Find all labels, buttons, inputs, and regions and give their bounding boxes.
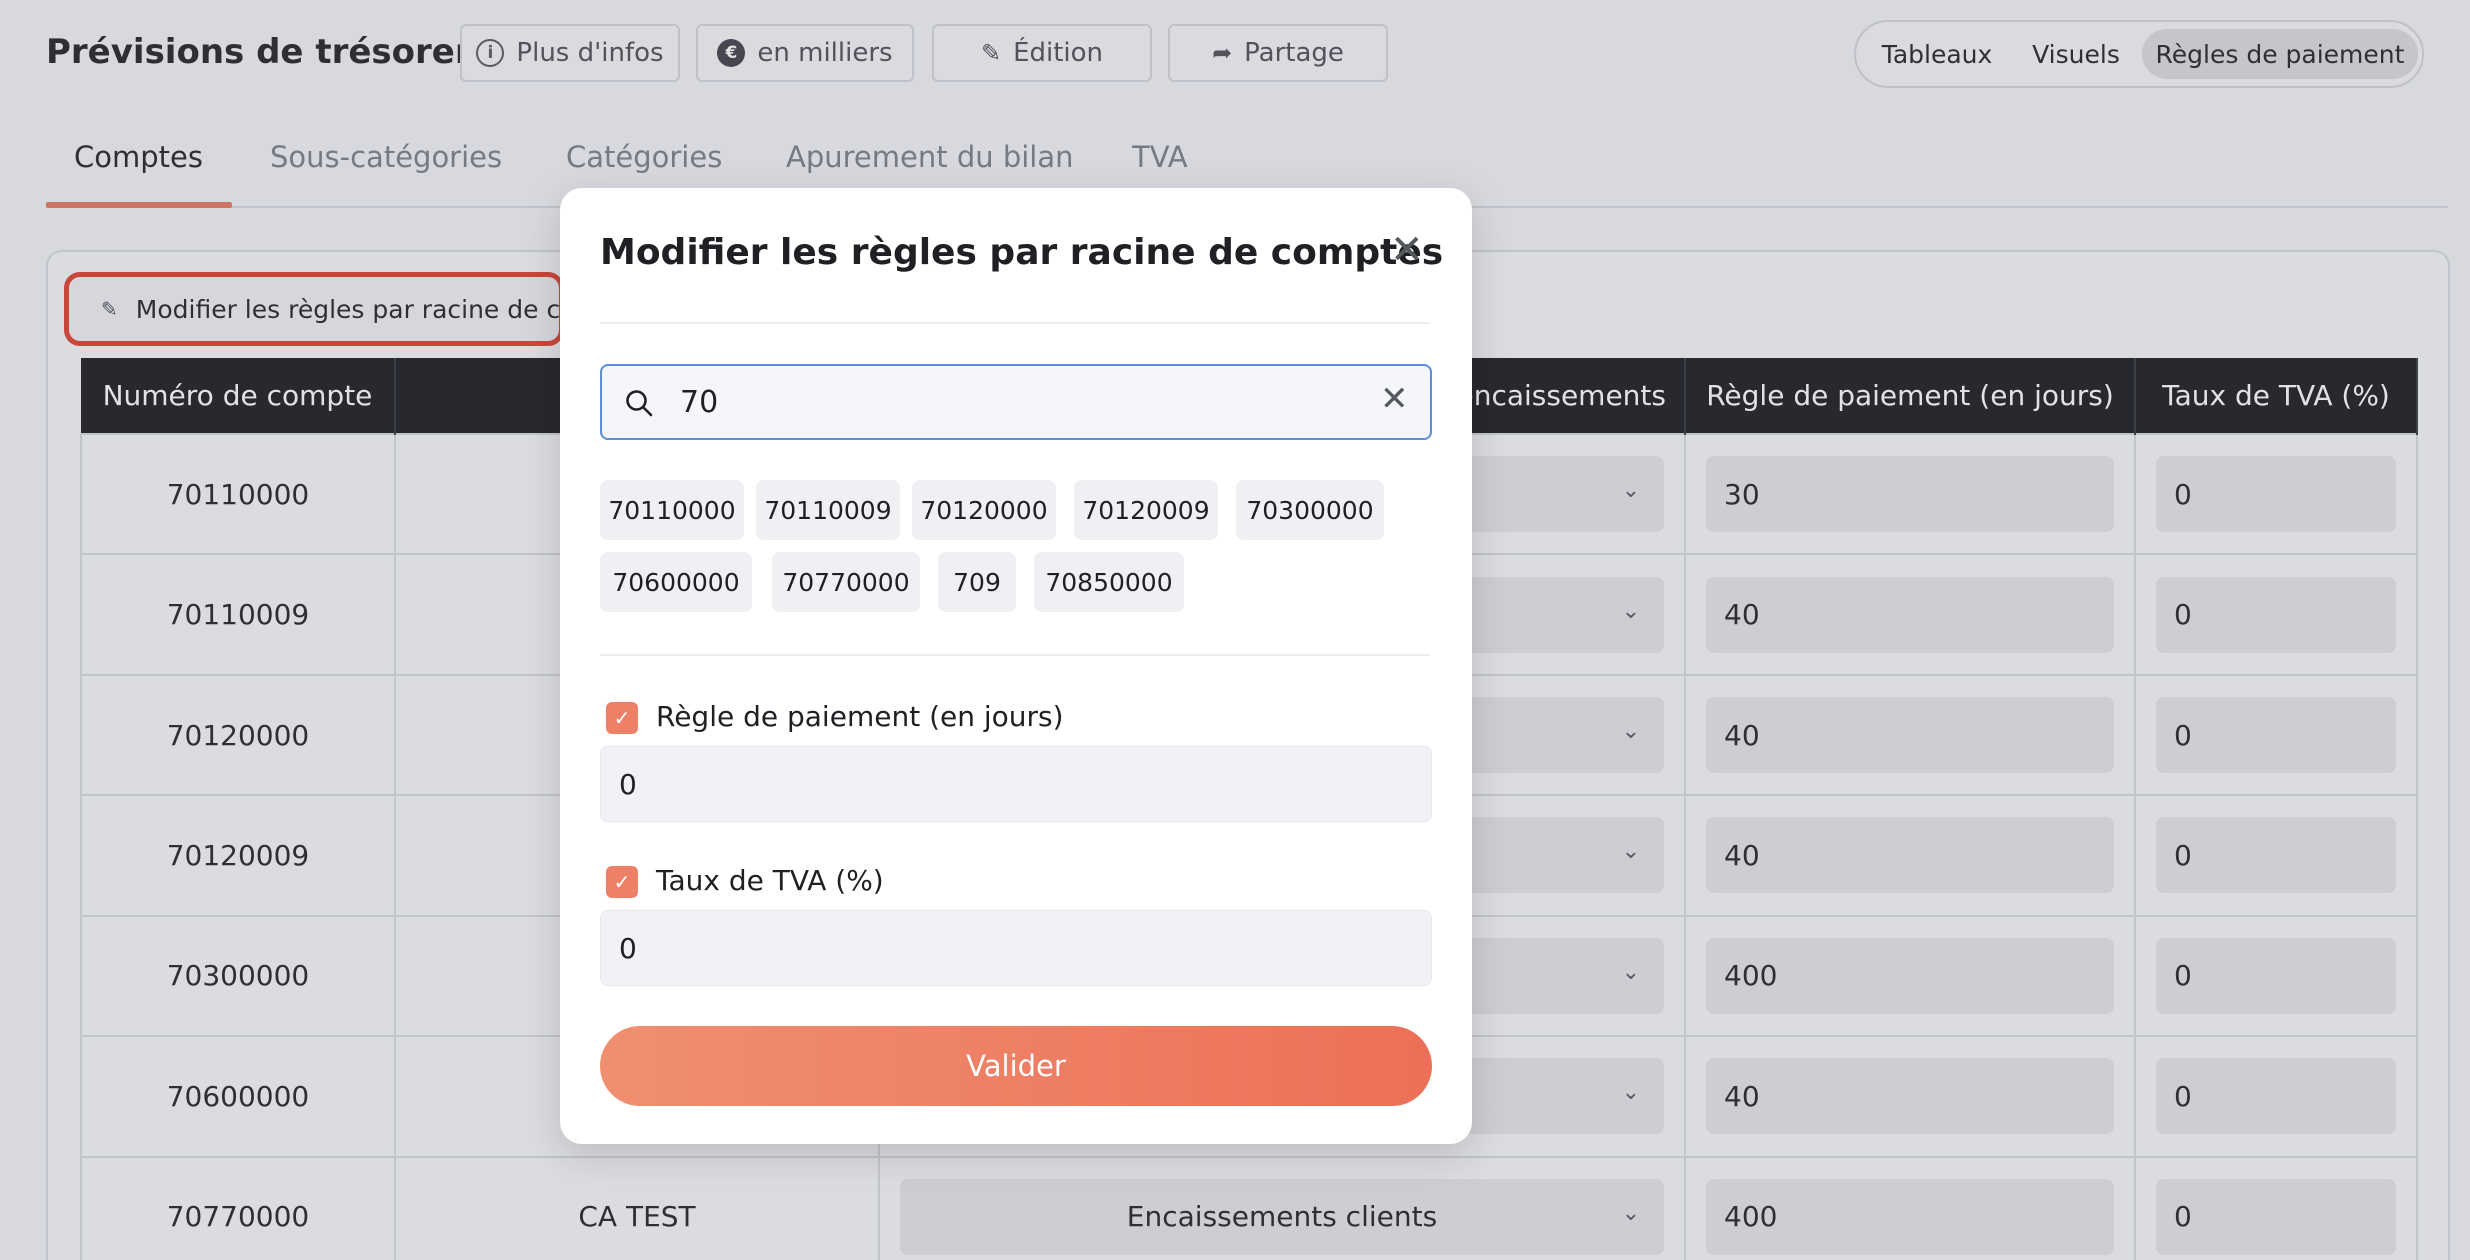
chip-account-root[interactable]: 709	[938, 552, 1016, 612]
chip-account-root[interactable]: 70770000	[772, 552, 920, 612]
payment-rule-checkbox[interactable]: ✓	[606, 702, 638, 734]
vat-rate-input[interactable]: 0	[600, 910, 1432, 986]
vat-rate-label: Taux de TVA (%)	[656, 864, 884, 897]
chip-account-root[interactable]: 70300000	[1236, 480, 1384, 540]
chip-account-root[interactable]: 70850000	[1034, 552, 1184, 612]
payment-rule-input[interactable]: 0	[600, 746, 1432, 822]
search-input[interactable]	[680, 380, 1360, 424]
chip-account-root[interactable]: 70120000	[912, 480, 1056, 540]
modal-divider	[600, 654, 1430, 656]
search-icon	[626, 390, 653, 417]
account-root-search: ✕	[600, 364, 1432, 440]
edit-rules-modal: Modifier les règles par racine de compte…	[560, 188, 1472, 1144]
chip-account-root[interactable]: 70120009	[1074, 480, 1218, 540]
close-icon[interactable]: ✕	[1390, 230, 1424, 270]
chip-account-root[interactable]: 70110000	[600, 480, 744, 540]
modal-divider	[600, 322, 1430, 324]
validate-button[interactable]: Valider	[600, 1026, 1432, 1106]
vat-rate-checkbox[interactable]: ✓	[606, 866, 638, 898]
clear-search-icon[interactable]: ✕	[1380, 382, 1409, 416]
modal-title: Modifier les règles par racine de compte…	[600, 232, 1444, 273]
chip-account-root[interactable]: 70110009	[756, 480, 900, 540]
payment-rule-label: Règle de paiement (en jours)	[656, 700, 1064, 733]
chip-account-root[interactable]: 70600000	[600, 552, 752, 612]
